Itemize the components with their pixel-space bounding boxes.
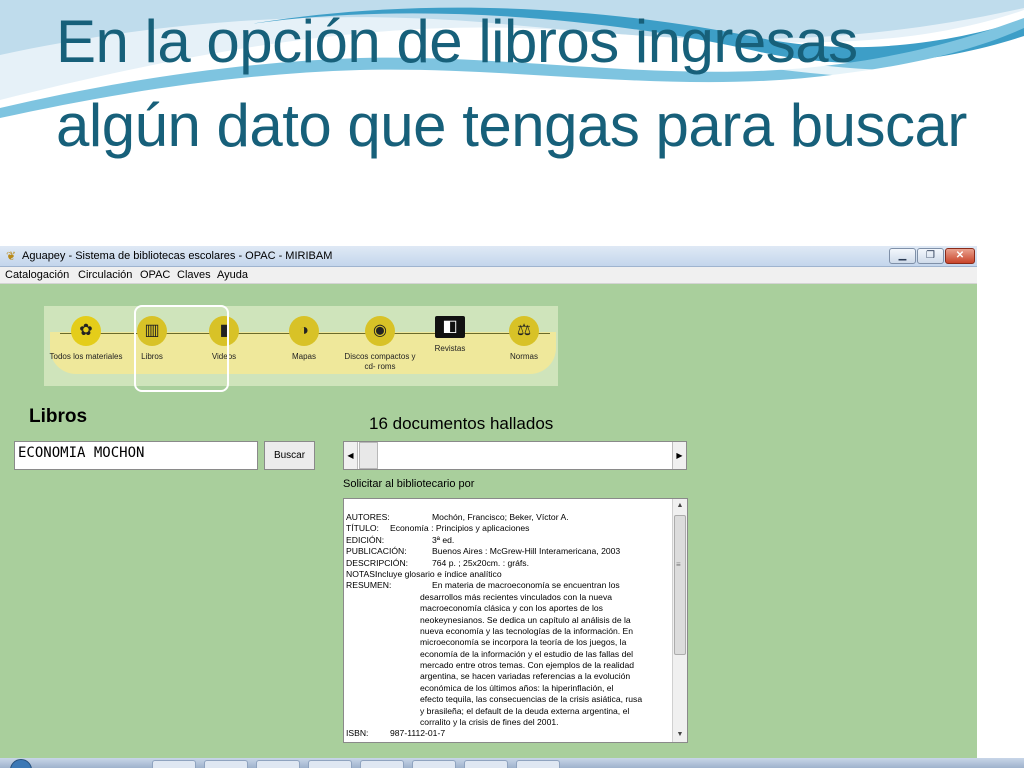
resumen-line: económica de los últimos años: la hiperi…	[420, 682, 614, 693]
field-key: DESCRIPCIÓN:	[346, 557, 409, 568]
section-title: Libros	[29, 406, 88, 427]
scroll-thumb[interactable]	[674, 515, 686, 655]
books-bundle-icon: ✿	[71, 316, 101, 346]
field-key: TÍTULO:	[346, 523, 379, 534]
resumen-line: efecto tequila, las consecuencias de la …	[420, 694, 643, 705]
taskbar-item[interactable]	[152, 760, 196, 768]
resumen-line: macroeconomía clásica y con los aportes …	[420, 603, 603, 614]
field-key: PUBLICACIÓN:	[346, 546, 407, 557]
field-value: 3ª ed.	[432, 534, 455, 545]
field-value: 764 p. ; 25x20cm. : gráfs.	[432, 557, 529, 568]
taskbar-item[interactable]	[360, 760, 404, 768]
scroll-grip-icon: ≡	[676, 560, 681, 569]
record-notas: NOTAS: Incluye glosario e índice analíti…	[346, 569, 672, 580]
resumen-line: y brasileña; el default de la deuda exte…	[420, 705, 630, 716]
taskbar	[0, 758, 1024, 768]
field-value: 987-1112-01-7	[390, 728, 446, 739]
presentation-slide: En la opción de libros ingresas algún da…	[0, 0, 1024, 768]
resumen-line: corralito y la crisis de fines del 2001.	[420, 717, 559, 728]
window-titlebar: ❦ Aguapey - Sistema de bibliotecas escol…	[0, 246, 977, 267]
maximize-button[interactable]: ❐	[917, 248, 944, 264]
search-input[interactable]: ECONOMIA MOCHON	[14, 441, 258, 470]
field-value: Incluye glosario e índice analítico	[375, 568, 502, 579]
menu-circulacion[interactable]: Circulación	[78, 269, 132, 281]
format-label: Discos compactos y cd- roms	[344, 352, 416, 371]
app-logo-icon: ❦	[5, 249, 17, 263]
resumen-line: economía de la información y el estudio …	[420, 648, 634, 659]
scales-icon: ⚖	[509, 316, 539, 346]
record-descripcion: DESCRIPCIÓN: 764 p. ; 25x20cm. : gráfs.	[346, 558, 672, 569]
record-titulo: TÍTULO: Economía : Principios y aplicaci…	[346, 523, 672, 534]
taskbar-item[interactable]	[204, 760, 248, 768]
cd-icon: ◉	[365, 316, 395, 346]
format-revistas[interactable]: ◧ Revistas	[408, 316, 492, 354]
field-value: Buenos Aires : McGrew-Hill Interamerican…	[432, 546, 621, 557]
resumen-line: mercado entre otros temas. Con ejemplos …	[420, 660, 635, 671]
menu-claves[interactable]: Claves	[177, 269, 211, 281]
record-text: AUTORES: Mochón, Francisco; Beker, Vícto…	[346, 512, 672, 740]
taskbar-item[interactable]	[412, 760, 456, 768]
taskbar-item[interactable]	[464, 760, 508, 768]
field-key: RESUMEN:	[346, 580, 392, 591]
record-vertical-scrollbar[interactable]: ▲ ≡ ▼	[672, 499, 687, 742]
search-button[interactable]: Buscar	[264, 441, 315, 470]
globe-icon: ◑	[289, 316, 319, 346]
scroll-thumb[interactable]	[359, 442, 378, 469]
scroll-left-icon[interactable]: ◀	[344, 442, 358, 469]
magazine-icon: ◧	[435, 316, 465, 338]
record-resumen: RESUMEN: En materia de macroeconomía se …	[346, 580, 672, 591]
scroll-right-icon[interactable]: ▶	[672, 442, 686, 469]
format-label: Mapas	[291, 352, 316, 361]
scroll-down-icon[interactable]: ▼	[673, 728, 687, 742]
results-count: 16 documentos hallados	[369, 414, 554, 433]
record-detail-box[interactable]: AUTORES: Mochón, Francisco; Beker, Vícto…	[343, 498, 688, 743]
taskbar-item[interactable]	[308, 760, 352, 768]
resumen-line: microeconomía se incorpora la teoría de …	[420, 637, 627, 648]
record-edicion: EDICIÓN: 3ª ed.	[346, 535, 672, 546]
field-key: EDICIÓN:	[346, 534, 385, 545]
format-label: Revistas	[434, 344, 466, 353]
start-button[interactable]	[10, 759, 32, 768]
record-autores: AUTORES: Mochón, Francisco; Beker, Vícto…	[346, 512, 672, 523]
minimize-button[interactable]: ▁	[889, 248, 916, 264]
resumen-line: argentina, se hacen variadas referencias…	[420, 671, 631, 682]
field-key: AUTORES:	[346, 512, 390, 522]
format-label: Normas	[509, 352, 538, 361]
format-mapas[interactable]: ◑ Mapas	[262, 316, 346, 362]
field-value: Mochón, Francisco; Beker, Víctor A.	[432, 512, 569, 522]
scroll-up-icon[interactable]: ▲	[673, 499, 687, 513]
close-button[interactable]: ✕	[945, 248, 975, 264]
resumen-line: nueva economía y las tecnologías de la i…	[420, 625, 634, 636]
menu-bar: Catalogación Circulación OPAC Claves Ayu…	[0, 267, 977, 284]
slide-title: En la opción de libros ingresas algún da…	[56, 8, 967, 159]
record-isbn: ISBN: 987-1112-01-7	[346, 728, 672, 739]
menu-ayuda[interactable]: Ayuda	[217, 269, 248, 281]
results-navigator-scrollbar[interactable]: ◀ ▶	[343, 441, 687, 470]
field-value: En materia de macroeconomía se encuentra…	[432, 580, 620, 591]
menu-opac[interactable]: OPAC	[140, 269, 170, 281]
window-title: Aguapey - Sistema de bibliotecas escolar…	[22, 250, 333, 262]
field-key: NOTAS:	[346, 568, 378, 579]
field-value: Economía : Principios y aplicaciones	[390, 523, 530, 534]
resumen-line: desarrollos más recientes vinculados con…	[420, 591, 613, 602]
menu-catalogacion[interactable]: Catalogación	[5, 269, 69, 281]
taskbar-item[interactable]	[256, 760, 300, 768]
format-normas[interactable]: ⚖ Normas	[482, 316, 566, 362]
request-label: Solicitar al bibliotecario por	[343, 478, 475, 490]
resumen-line: neokeynesianos. Se dedica un capítulo al…	[420, 614, 631, 625]
taskbar-item[interactable]	[516, 760, 560, 768]
selected-format-highlight	[134, 305, 229, 392]
record-publicacion: PUBLICACIÓN: Buenos Aires : McGrew-Hill …	[346, 546, 672, 557]
field-key: ISBN:	[346, 728, 369, 739]
app-window: ❦ Aguapey - Sistema de bibliotecas escol…	[0, 246, 977, 768]
